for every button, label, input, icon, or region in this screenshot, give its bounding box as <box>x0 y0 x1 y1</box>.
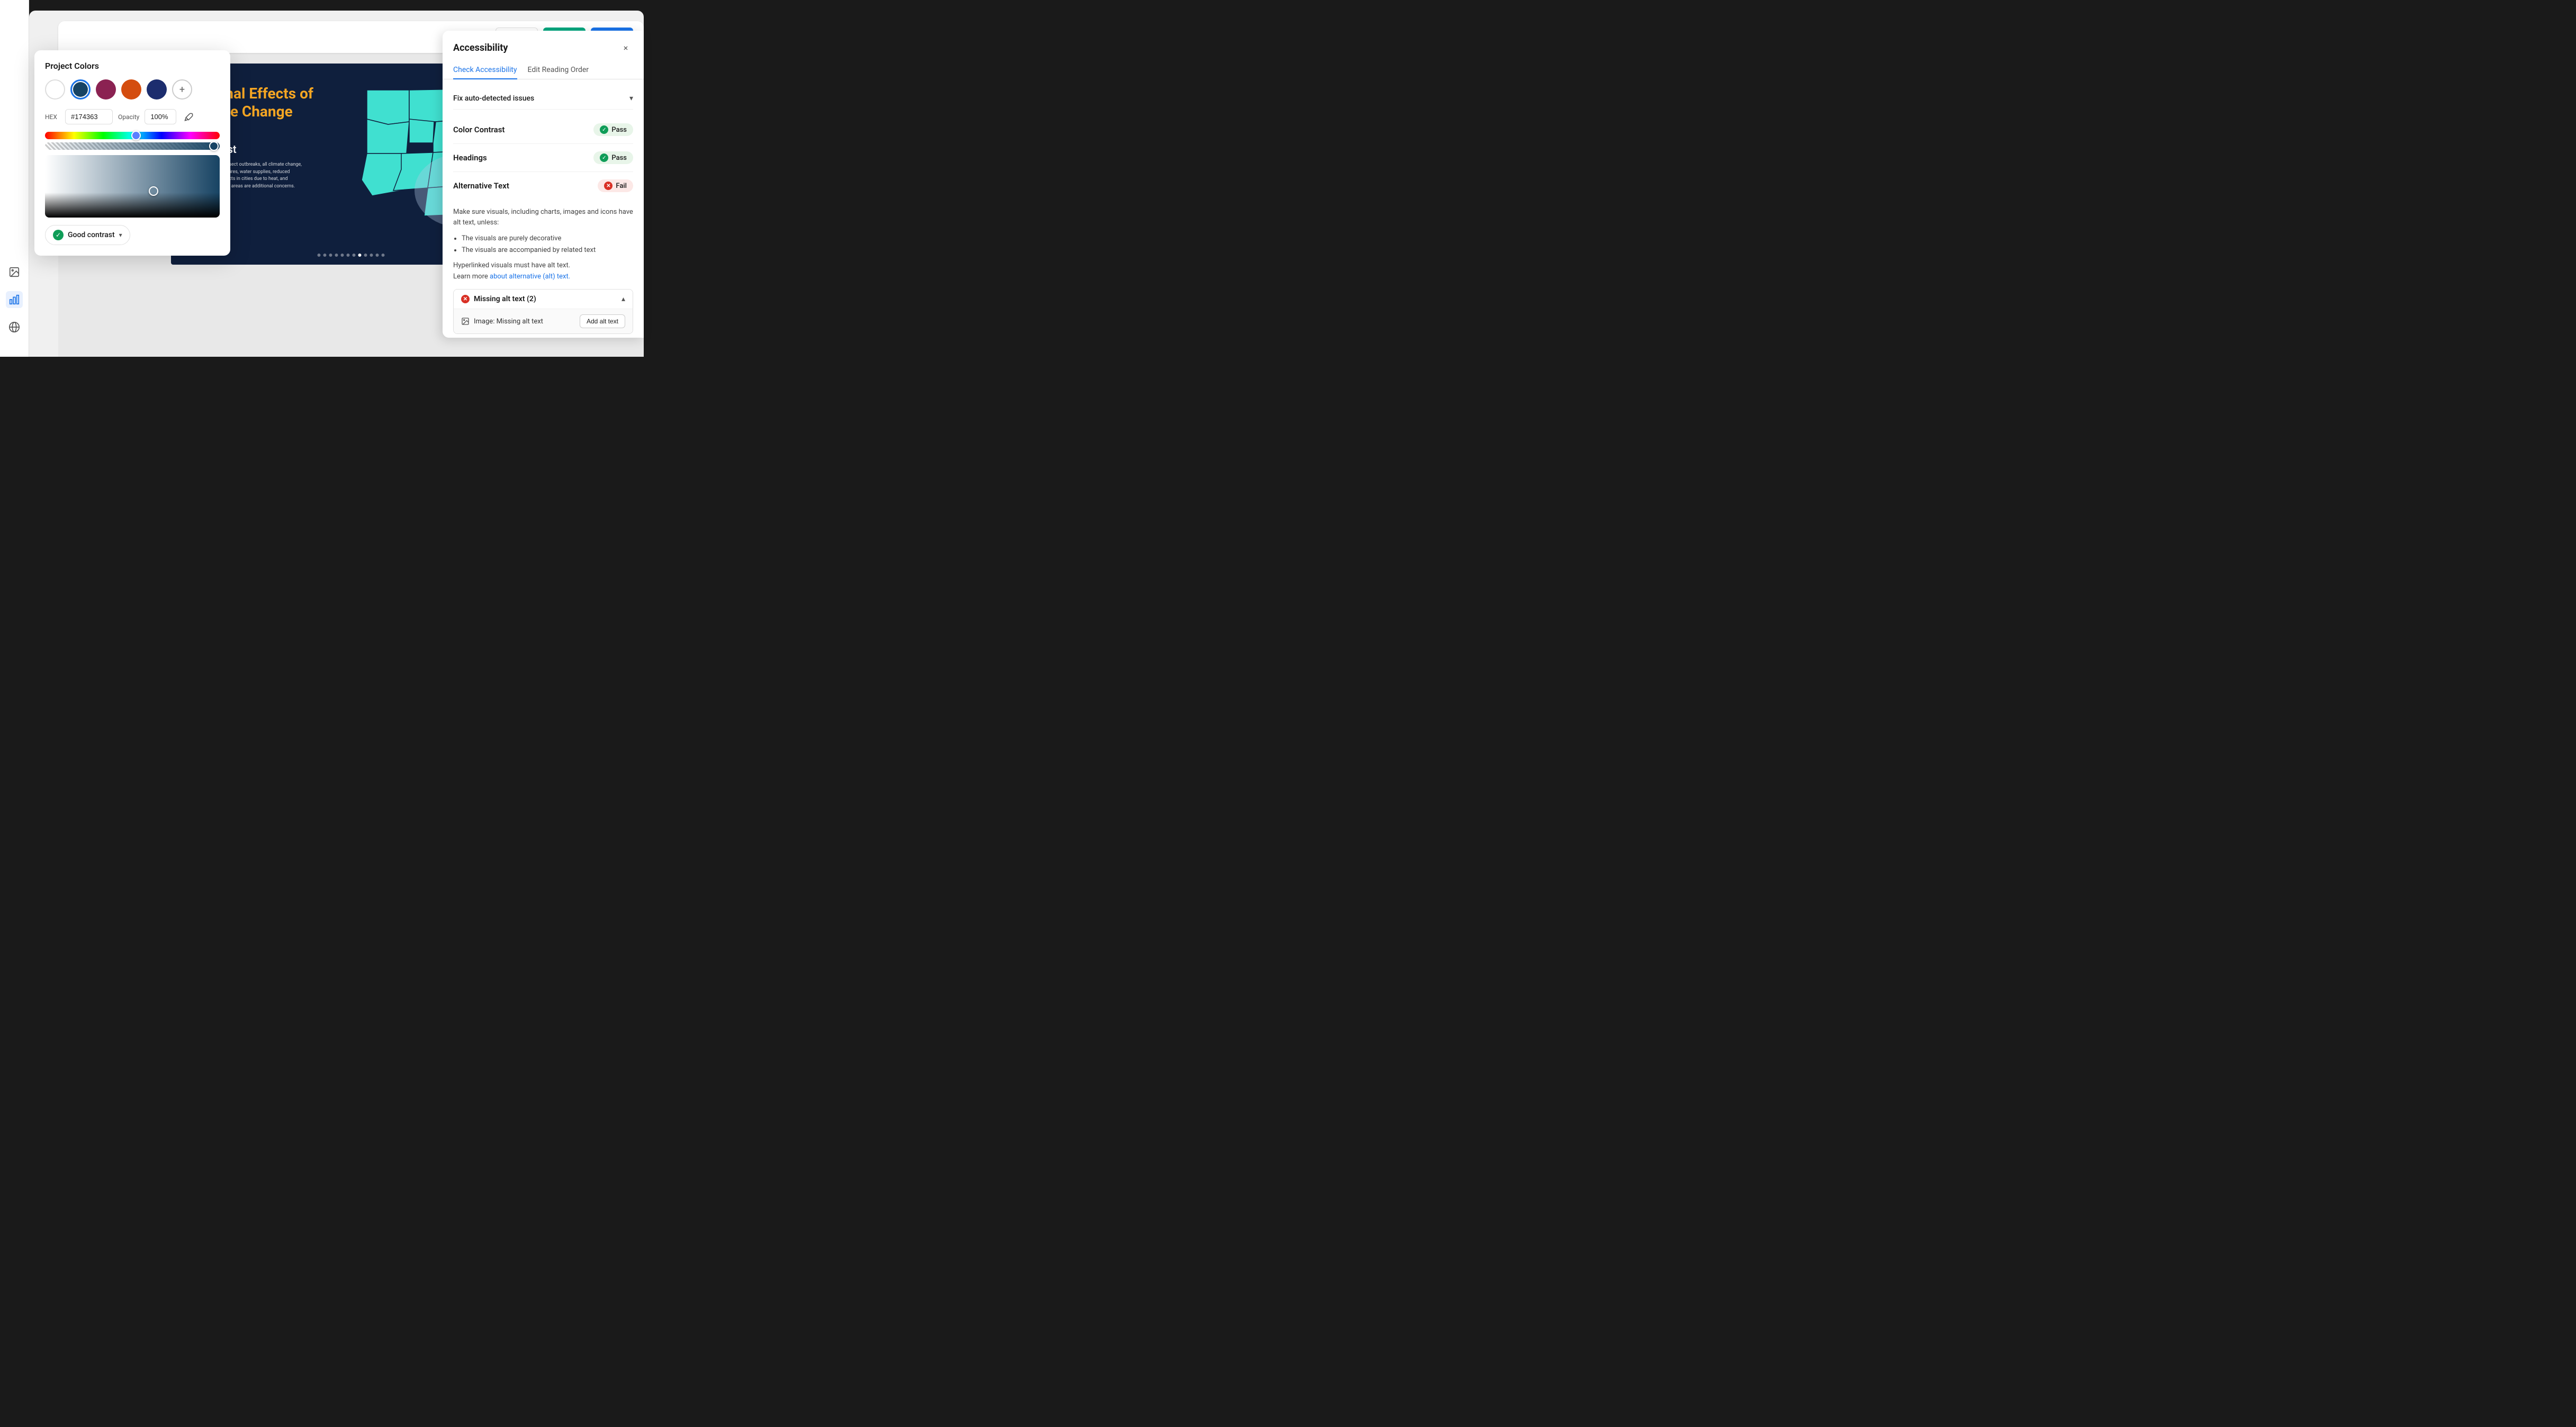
panel-title: Project Colors <box>45 61 220 71</box>
swatch-navy[interactable] <box>147 79 167 100</box>
alt-text-details: Make sure visuals, including charts, ima… <box>453 200 633 334</box>
gradient-picker-dot <box>149 186 158 196</box>
color-gradient-picker[interactable] <box>45 155 220 218</box>
accessibility-close-button[interactable]: × <box>618 40 633 55</box>
swatch-orange[interactable] <box>121 79 141 100</box>
alt-text-row: Alternative Text ✕ Fail <box>453 172 633 200</box>
spectrum-row <box>45 132 220 139</box>
slide-dots <box>318 254 385 257</box>
tab-check-accessibility[interactable]: Check Accessibility <box>453 61 517 79</box>
sidebar-image-icon[interactable] <box>6 264 23 281</box>
accessibility-tabs: Check Accessibility Edit Reading Order <box>443 61 644 79</box>
contrast-chevron-icon: ▾ <box>119 231 122 239</box>
accessibility-title: Accessibility <box>453 42 508 53</box>
dot-3 <box>329 254 332 257</box>
hex-input[interactable] <box>65 109 113 124</box>
headings-status: Pass <box>611 154 627 162</box>
learn-more-link[interactable]: about alternative (alt) text. <box>490 273 570 281</box>
alt-text-learn-more: Learn more about alternative (alt) text. <box>453 273 633 281</box>
dot-10 <box>370 254 373 257</box>
color-contrast-label: Color Contrast <box>453 125 505 134</box>
dot-11 <box>376 254 379 257</box>
dot-8 <box>358 254 362 257</box>
opacity-slider-row <box>45 142 220 150</box>
dot-1 <box>318 254 321 257</box>
pass-dot-headings: ✓ <box>600 153 608 162</box>
contrast-label: Good contrast <box>68 231 115 239</box>
missing-alt-left: ✕ Missing alt text (2) <box>461 295 536 303</box>
auto-detect-chevron-icon: ▾ <box>629 94 633 103</box>
color-picker-panel: Project Colors + HEX Opacity <box>34 50 230 256</box>
alt-text-hyperlink-note: Hyperlinked visuals must have alt text. <box>453 261 633 269</box>
missing-alt-label: Missing alt text (2) <box>474 295 536 303</box>
dot-2 <box>323 254 327 257</box>
color-contrast-badge: ✓ Pass <box>593 123 633 136</box>
add-alt-text-button[interactable]: Add alt text <box>580 314 625 328</box>
alt-text-badge: ✕ Fail <box>598 179 633 192</box>
hex-label: HEX <box>45 113 60 121</box>
swatch-white[interactable] <box>45 79 65 100</box>
missing-alt-item-label: Image: Missing alt text <box>474 318 543 326</box>
sidebar-globe-icon[interactable] <box>6 319 23 336</box>
color-contrast-status: Pass <box>611 126 627 134</box>
spectrum-slider[interactable] <box>45 132 220 139</box>
color-contrast-row: Color Contrast ✓ Pass <box>453 116 633 144</box>
contrast-badge[interactable]: ✓ Good contrast ▾ <box>45 225 130 245</box>
missing-alt-header[interactable]: ✕ Missing alt text (2) ▴ <box>454 290 633 309</box>
pass-dot-color-contrast: ✓ <box>600 125 608 134</box>
dot-4 <box>335 254 338 257</box>
image-missing-icon <box>461 317 470 326</box>
alt-text-bullets: The visuals are purely decorative The vi… <box>453 233 633 256</box>
headings-badge: ✓ Pass <box>593 151 633 164</box>
missing-alt-item-left: Image: Missing alt text <box>461 317 543 326</box>
add-color-button[interactable]: + <box>172 79 192 100</box>
alt-text-bullet-2: The visuals are accompanied by related t… <box>462 245 633 256</box>
contrast-check-icon: ✓ <box>53 230 64 240</box>
sidebar-chart-icon[interactable] <box>6 291 23 308</box>
alt-text-label: Alternative Text <box>453 181 509 191</box>
missing-alt-item: Image: Missing alt text Add alt text <box>454 309 633 333</box>
auto-detect-label: Fix auto-detected issues <box>453 94 534 103</box>
left-sidebar <box>0 0 29 357</box>
opacity-thumb <box>209 141 219 151</box>
auto-detect-row[interactable]: Fix auto-detected issues ▾ <box>453 88 633 110</box>
alt-text-status: Fail <box>616 182 627 190</box>
hex-opacity-row: HEX Opacity <box>45 109 220 124</box>
alt-text-description: Make sure visuals, including charts, ima… <box>453 207 633 228</box>
color-swatches: + <box>45 79 220 100</box>
dot-7 <box>353 254 356 257</box>
dot-9 <box>364 254 367 257</box>
opacity-input[interactable] <box>145 109 176 124</box>
eyedropper-button[interactable] <box>182 110 196 124</box>
tab-edit-reading-order[interactable]: Edit Reading Order <box>528 61 589 79</box>
accessibility-content: Fix auto-detected issues ▾ Color Contras… <box>443 88 644 338</box>
dot-6 <box>347 254 350 257</box>
dot-5 <box>341 254 344 257</box>
opacity-label: Opacity <box>118 113 139 121</box>
fail-dot-alt-text: ✕ <box>604 182 613 190</box>
swatch-dark-blue[interactable] <box>70 79 91 100</box>
alt-text-bullet-1: The visuals are purely decorative <box>462 233 633 245</box>
accessibility-header: Accessibility × <box>443 31 644 55</box>
accessibility-panel: Accessibility × Check Accessibility Edit… <box>443 31 644 338</box>
opacity-slider[interactable] <box>45 142 220 150</box>
opacity-track-overlay <box>45 142 220 150</box>
swatch-maroon[interactable] <box>96 79 116 100</box>
headings-label: Headings <box>453 153 487 162</box>
headings-row: Headings ✓ Pass <box>453 144 633 172</box>
dot-12 <box>382 254 385 257</box>
missing-alt-chevron-icon: ▴ <box>622 295 625 303</box>
missing-dot: ✕ <box>461 295 470 303</box>
spectrum-thumb <box>131 131 141 140</box>
missing-alt-section: ✕ Missing alt text (2) ▴ Image: Missing … <box>453 289 633 334</box>
